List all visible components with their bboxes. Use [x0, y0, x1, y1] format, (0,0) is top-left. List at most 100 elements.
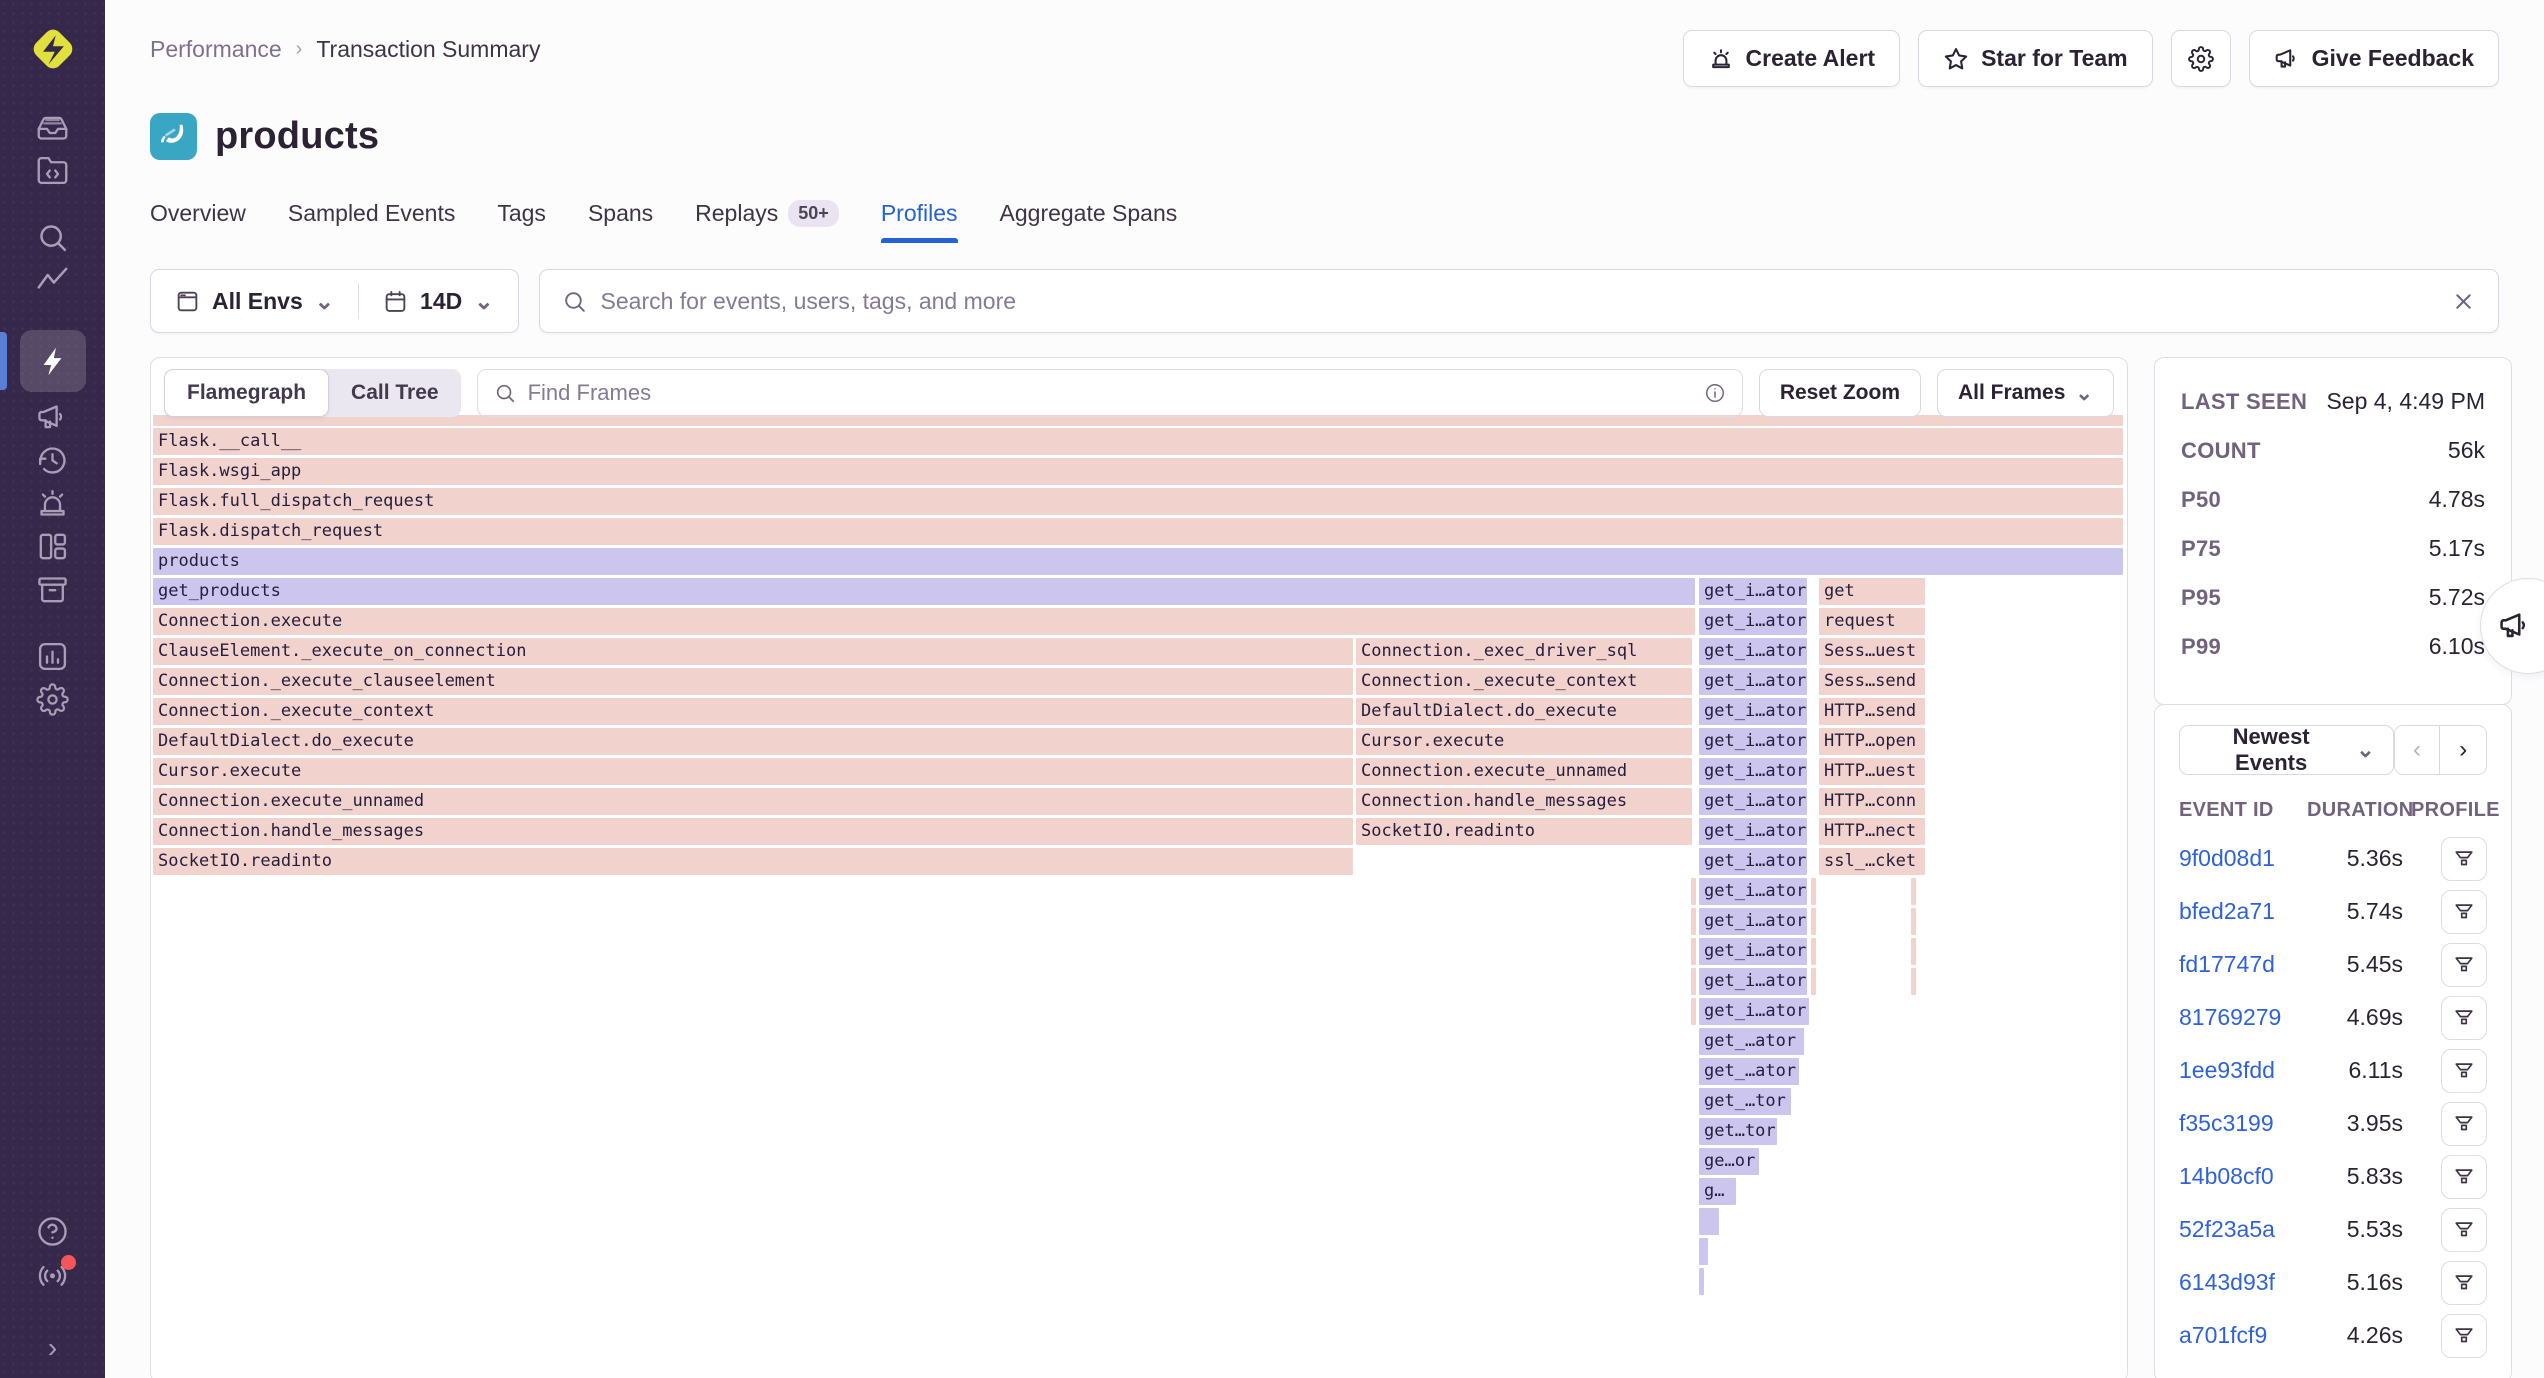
flame-frame-connection-execute[interactable]: Connection.execute	[153, 608, 1695, 635]
flame-frame-clauseelement-execute-on-connection[interactable]: ClauseElement._execute_on_connection	[153, 638, 1353, 665]
event-id-link[interactable]: 9f0d08d1	[2179, 832, 2307, 885]
flame-frame-get-i-ator[interactable]: get_i…ator	[1699, 938, 1807, 965]
flame-frame-socketio-readinto[interactable]: SocketIO.readinto	[153, 848, 1353, 875]
next-page-button[interactable]: ›	[2440, 726, 2486, 774]
event-id-link[interactable]: 81769279	[2179, 991, 2307, 1044]
flame-frame-get-i-ator[interactable]: get_i…ator	[1699, 848, 1807, 875]
flame-frame-sess-uest[interactable]: Sess…uest	[1819, 638, 1925, 665]
flame-frame-sess-send[interactable]: Sess…send	[1819, 668, 1925, 695]
flame-frame-get[interactable]: get	[1819, 578, 1925, 605]
view-profile-button[interactable]	[2441, 1049, 2487, 1093]
tab-profiles[interactable]: Profiles	[881, 200, 958, 243]
flame-frame-get-i-ator[interactable]: get_i…ator	[1699, 908, 1807, 935]
give-feedback-button[interactable]: Give Feedback	[2249, 30, 2499, 87]
sidebar-item-projects[interactable]	[20, 149, 86, 192]
frame-filter-dropdown[interactable]: All Frames ⌄	[1937, 369, 2114, 417]
flame-frame-flask-call-[interactable]: Flask.__call__	[153, 428, 2123, 455]
view-profile-button[interactable]	[2441, 1314, 2487, 1358]
flame-frame-connection-handle-messages[interactable]: Connection.handle_messages	[1356, 788, 1692, 815]
view-profile-button[interactable]	[2441, 1261, 2487, 1305]
reset-zoom-button[interactable]: Reset Zoom	[1759, 369, 1921, 417]
flame-frame[interactable]	[1691, 878, 1696, 905]
sidebar-item-user-feedback[interactable]	[20, 396, 86, 439]
flame-frame-get-i-ator[interactable]: get_i…ator	[1699, 728, 1807, 755]
event-id-link[interactable]: fd17747d	[2179, 938, 2307, 991]
flame-frame-get-i-ator[interactable]: get_i…ator	[1699, 638, 1807, 665]
sidebar-item-discover[interactable]	[20, 259, 86, 302]
flame-frame-cursor-execute[interactable]: Cursor.execute	[1356, 728, 1692, 755]
previous-page-button[interactable]: ‹	[2395, 726, 2441, 774]
flame-frame-get-i-ator[interactable]: get_i…ator	[1699, 818, 1807, 845]
sidebar-item-releases[interactable]	[20, 439, 86, 482]
flame-frame-connection-execute-context[interactable]: Connection._execute_context	[1356, 668, 1692, 695]
flame-frame[interactable]	[1691, 968, 1696, 995]
flame-frame-http-send[interactable]: HTTP…send	[1819, 698, 1925, 725]
event-id-link[interactable]: 14b08cf0	[2179, 1150, 2307, 1203]
flame-frame-get-i-ator[interactable]: get_i…ator	[1699, 788, 1807, 815]
sidebar-item-stats[interactable]	[20, 568, 86, 611]
event-id-link[interactable]: 6143d93f	[2179, 1256, 2307, 1309]
flame-frame[interactable]	[1691, 908, 1696, 935]
flame-frame-get-i-ator[interactable]: get_i…ator	[1699, 578, 1807, 605]
flame-frame-get-tor[interactable]: get…tor	[1699, 1118, 1777, 1145]
star-for-team-button[interactable]: Star for Team	[1918, 30, 2153, 87]
flame-frame-ge-or[interactable]: ge…or	[1699, 1148, 1759, 1175]
flame-frame[interactable]	[1811, 938, 1816, 965]
find-frames-input[interactable]	[528, 380, 1692, 406]
view-profile-button[interactable]	[2441, 890, 2487, 934]
sidebar-item-issues[interactable]	[20, 106, 86, 149]
flame-frame-connection-execute-clauseelement[interactable]: Connection._execute_clauseelement	[153, 668, 1353, 695]
call-tree-view-button[interactable]: Call Tree	[329, 369, 461, 417]
flame-frame-get-i-ator[interactable]: get_i…ator	[1699, 968, 1807, 995]
flame-frame-get-i-ator[interactable]: get_i…ator	[1699, 758, 1807, 785]
flame-frame-request[interactable]: request	[1819, 608, 1925, 635]
flame-frame-connection-execute-context[interactable]: Connection._execute_context	[153, 698, 1353, 725]
flame-frame-get-tor[interactable]: get_…tor	[1699, 1088, 1791, 1115]
flame-frame-connection-exec-driver-sql[interactable]: Connection._exec_driver_sql	[1356, 638, 1692, 665]
flame-frame-socketio-readinto[interactable]: SocketIO.readinto	[1356, 818, 1692, 845]
flame-frame-ssl-cket[interactable]: ssl_…cket	[1819, 848, 1925, 875]
view-profile-button[interactable]	[2441, 943, 2487, 987]
flame-frame[interactable]	[1911, 938, 1916, 965]
breadcrumb-performance[interactable]: Performance	[150, 36, 282, 63]
create-alert-button[interactable]: Create Alert	[1683, 30, 1901, 87]
tab-overview[interactable]: Overview	[150, 200, 246, 243]
sidebar-item-search[interactable]	[20, 216, 86, 259]
tab-aggregate-spans[interactable]: Aggregate Spans	[1000, 200, 1178, 243]
tab-spans[interactable]: Spans	[588, 200, 653, 243]
flamegraph-canvas[interactable]: Flask.__call__Flask.wsgi_appFlask.full_d…	[153, 415, 2125, 1378]
flame-frame-connection-execute-unnamed[interactable]: Connection.execute_unnamed	[1356, 758, 1692, 785]
flame-frame[interactable]	[1699, 1268, 1704, 1295]
flame-frame-cursor-execute[interactable]: Cursor.execute	[153, 758, 1353, 785]
event-id-link[interactable]: 52f23a5a	[2179, 1203, 2307, 1256]
transaction-settings-button[interactable]	[2171, 30, 2231, 87]
flame-frame-get-i-ator[interactable]: get_i…ator	[1699, 608, 1807, 635]
clear-search-icon[interactable]	[2451, 289, 2476, 314]
flame-frame-http-nect[interactable]: HTTP…nect	[1819, 818, 1925, 845]
flame-frame-get-i-ator[interactable]: get_i…ator	[1699, 698, 1807, 725]
view-profile-button[interactable]	[2441, 1102, 2487, 1146]
flame-frame[interactable]	[1911, 908, 1916, 935]
view-profile-button[interactable]	[2441, 996, 2487, 1040]
flame-frame-get-i-ator[interactable]: get_i…ator	[1699, 878, 1807, 905]
flame-frame[interactable]	[1691, 998, 1696, 1025]
flame-frame-get-i-ator[interactable]: get_i…ator	[1699, 668, 1807, 695]
event-id-link[interactable]: f35c3199	[2179, 1097, 2307, 1150]
flame-frame-get-ator[interactable]: get_…ator	[1699, 1058, 1799, 1085]
flame-frame[interactable]	[1699, 1238, 1708, 1265]
flame-frame[interactable]	[1811, 878, 1816, 905]
date-range-filter[interactable]: 14D ⌄	[359, 270, 517, 332]
flame-frame-get-ator[interactable]: get_…ator	[1699, 1028, 1804, 1055]
event-id-link[interactable]: bfed2a71	[2179, 885, 2307, 938]
flame-frame-get-i-ator[interactable]: get_i…ator	[1699, 998, 1809, 1025]
flame-frame-connection-handle-messages[interactable]: Connection.handle_messages	[153, 818, 1353, 845]
flamegraph-view-button[interactable]: Flamegraph	[164, 369, 329, 417]
event-id-link[interactable]: 1ee93fdd	[2179, 1044, 2307, 1097]
environment-filter[interactable]: All Envs ⌄	[151, 270, 358, 332]
sidebar-item-insights[interactable]	[20, 635, 86, 678]
event-sort-dropdown[interactable]: Newest Events ⌄	[2179, 725, 2394, 775]
flame-frame-flask-dispatch-request[interactable]: Flask.dispatch_request	[153, 518, 2123, 545]
sentry-logo[interactable]	[20, 16, 86, 82]
sidebar-item-settings[interactable]	[20, 678, 86, 721]
flame-frame[interactable]	[1911, 878, 1916, 905]
